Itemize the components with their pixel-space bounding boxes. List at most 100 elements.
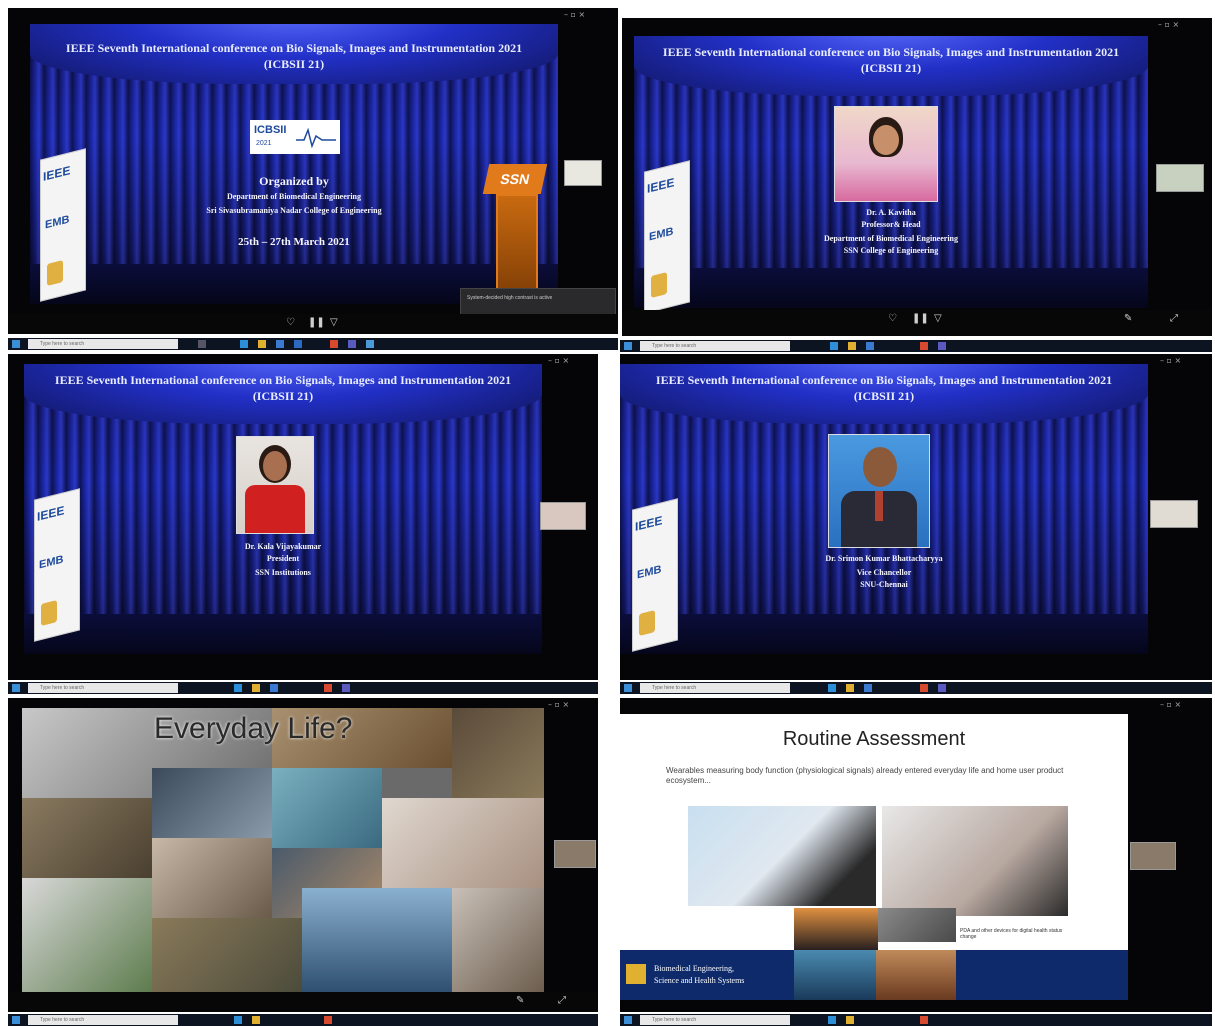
conference-dates: 25th – 27th March 2021	[238, 236, 350, 248]
embs-logo: EMB	[45, 213, 70, 232]
chrome-icon[interactable]	[920, 1016, 928, 1024]
ssn-emblem-icon	[41, 600, 57, 626]
window-controls[interactable]: – ▫ ×	[1160, 356, 1181, 365]
teams-icon[interactable]	[938, 684, 946, 692]
explorer-icon[interactable]	[846, 1016, 854, 1024]
ssn-podium: SSN	[482, 164, 548, 308]
store-icon[interactable]	[270, 684, 278, 692]
participant-video[interactable]	[564, 160, 602, 186]
slide-title: Everyday Life?	[154, 712, 353, 745]
pen-icon[interactable]: ✎	[516, 995, 524, 1006]
conference-stage: IEEE Seventh International conference on…	[24, 364, 542, 654]
participant-video[interactable]	[540, 502, 586, 530]
pen-icon[interactable]: ✎	[1124, 313, 1132, 324]
sponsor-banner: IEEE EMB	[34, 488, 80, 642]
next-icon[interactable]: ▽	[934, 313, 942, 324]
taskbar-4: Type here to search	[620, 682, 1212, 694]
taskbar-search-input[interactable]: Type here to search	[28, 339, 178, 349]
explorer-icon[interactable]	[252, 684, 260, 692]
organized-by: Organized by	[259, 174, 329, 188]
edge-icon[interactable]	[828, 684, 836, 692]
speaker-org: SSN Institutions	[255, 568, 311, 577]
meeting-window-5: – ▫ × Everyday Life? ✎ ⤢	[8, 698, 598, 1012]
windows-start-icon[interactable]	[624, 342, 632, 350]
speaker-name: Dr. Srimon Kumar Bhattacharyya	[825, 554, 943, 563]
windows-start-icon[interactable]	[624, 684, 632, 692]
presentation-slide: Routine Assessment Wearables measuring b…	[620, 714, 1128, 1000]
next-icon[interactable]: ▽	[330, 317, 338, 328]
playback-controls: ✎ ⤢	[8, 992, 598, 1012]
participant-video[interactable]	[1150, 500, 1198, 528]
conference-stage: IEEE Seventh International conference on…	[30, 24, 558, 308]
windows-start-icon[interactable]	[624, 1016, 632, 1024]
fullscreen-icon[interactable]: ⤢	[1170, 313, 1178, 324]
window-controls[interactable]: – ▫ ×	[564, 10, 585, 19]
ieee-logo: IEEE	[635, 513, 663, 534]
windows-start-icon[interactable]	[12, 684, 20, 692]
pause-icon[interactable]: ❚❚	[912, 313, 929, 324]
speaker-portrait	[828, 434, 930, 548]
thumbs-icon[interactable]: ♡	[286, 317, 295, 328]
taskbar-search-input[interactable]: Type here to search	[640, 683, 790, 693]
explorer-icon[interactable]	[258, 340, 266, 348]
taskbar-search-input[interactable]: Type here to search	[640, 341, 790, 351]
edge-icon[interactable]	[830, 342, 838, 350]
chrome-icon[interactable]	[330, 340, 338, 348]
edge-icon[interactable]	[234, 684, 242, 692]
speaker-dept: Department of Biomedical Engineering	[824, 234, 958, 243]
store-icon[interactable]	[864, 684, 872, 692]
ssn-emblem-icon	[47, 260, 63, 286]
blood-pressure-photo	[688, 806, 876, 906]
explorer-icon[interactable]	[846, 684, 854, 692]
meeting-window-4: – ▫ × IEEE Seventh International confere…	[620, 354, 1212, 680]
participant-video[interactable]	[554, 840, 596, 868]
chrome-icon[interactable]	[324, 1016, 332, 1024]
explorer-icon[interactable]	[848, 342, 856, 350]
conference-title: IEEE Seventh International conference on…	[54, 373, 512, 403]
ieee-logo: IEEE	[647, 175, 675, 196]
edge-icon[interactable]	[234, 1016, 242, 1024]
taskbar-search-input[interactable]: Type here to search	[640, 1015, 790, 1025]
icbsii-logo: ICBSII 2021	[250, 120, 340, 154]
thumbs-icon[interactable]: ♡	[888, 313, 897, 324]
participant-video[interactable]	[1156, 164, 1204, 192]
taskbar-search-input[interactable]: Type here to search	[28, 683, 178, 693]
photo-collage: Everyday Life?	[22, 708, 544, 998]
slide-title: Routine Assessment	[782, 728, 966, 750]
meeting-window-1: – ▫ × IEEE Seventh International confere…	[8, 8, 618, 334]
windows-start-icon[interactable]	[12, 340, 20, 348]
taskbar-search-input[interactable]: Type here to search	[28, 1015, 178, 1025]
teams-icon[interactable]	[348, 340, 356, 348]
teams-icon[interactable]	[938, 342, 946, 350]
store-icon[interactable]	[866, 342, 874, 350]
ieee-logo: IEEE	[37, 503, 65, 524]
edge-icon[interactable]	[240, 340, 248, 348]
fullscreen-icon[interactable]: ⤢	[558, 995, 566, 1006]
task-view-icon[interactable]	[198, 340, 206, 348]
participant-video[interactable]	[1130, 842, 1176, 870]
stage-floor	[24, 614, 542, 654]
speaker-portrait	[236, 436, 314, 534]
chrome-icon[interactable]	[920, 684, 928, 692]
taskbar-6: Type here to search	[620, 1014, 1212, 1026]
collage-photo	[152, 838, 272, 918]
slide-body: Wearables measuring body function (physi…	[666, 766, 1064, 785]
window-controls[interactable]: – ▫ ×	[1160, 700, 1181, 709]
chrome-icon[interactable]	[920, 342, 928, 350]
window-controls[interactable]: – ▫ ×	[548, 700, 569, 709]
explorer-icon[interactable]	[252, 1016, 260, 1024]
store-icon[interactable]	[276, 340, 284, 348]
settings-icon[interactable]	[366, 340, 374, 348]
pause-icon[interactable]: ❚❚	[308, 317, 325, 328]
window-controls[interactable]: – ▫ ×	[1158, 20, 1179, 29]
collage-photo	[452, 708, 544, 798]
chrome-icon[interactable]	[324, 684, 332, 692]
windows-start-icon[interactable]	[12, 1016, 20, 1024]
college-name: Sri Sivasubramaniya Nadar College of Eng…	[206, 206, 382, 215]
window-controls[interactable]: – ▫ ×	[548, 356, 569, 365]
teams-icon[interactable]	[342, 684, 350, 692]
edge-icon[interactable]	[828, 1016, 836, 1024]
signal-wave-icon	[296, 127, 336, 148]
conference-stage: IEEE Seventh International conference on…	[634, 36, 1148, 314]
mail-icon[interactable]	[294, 340, 302, 348]
